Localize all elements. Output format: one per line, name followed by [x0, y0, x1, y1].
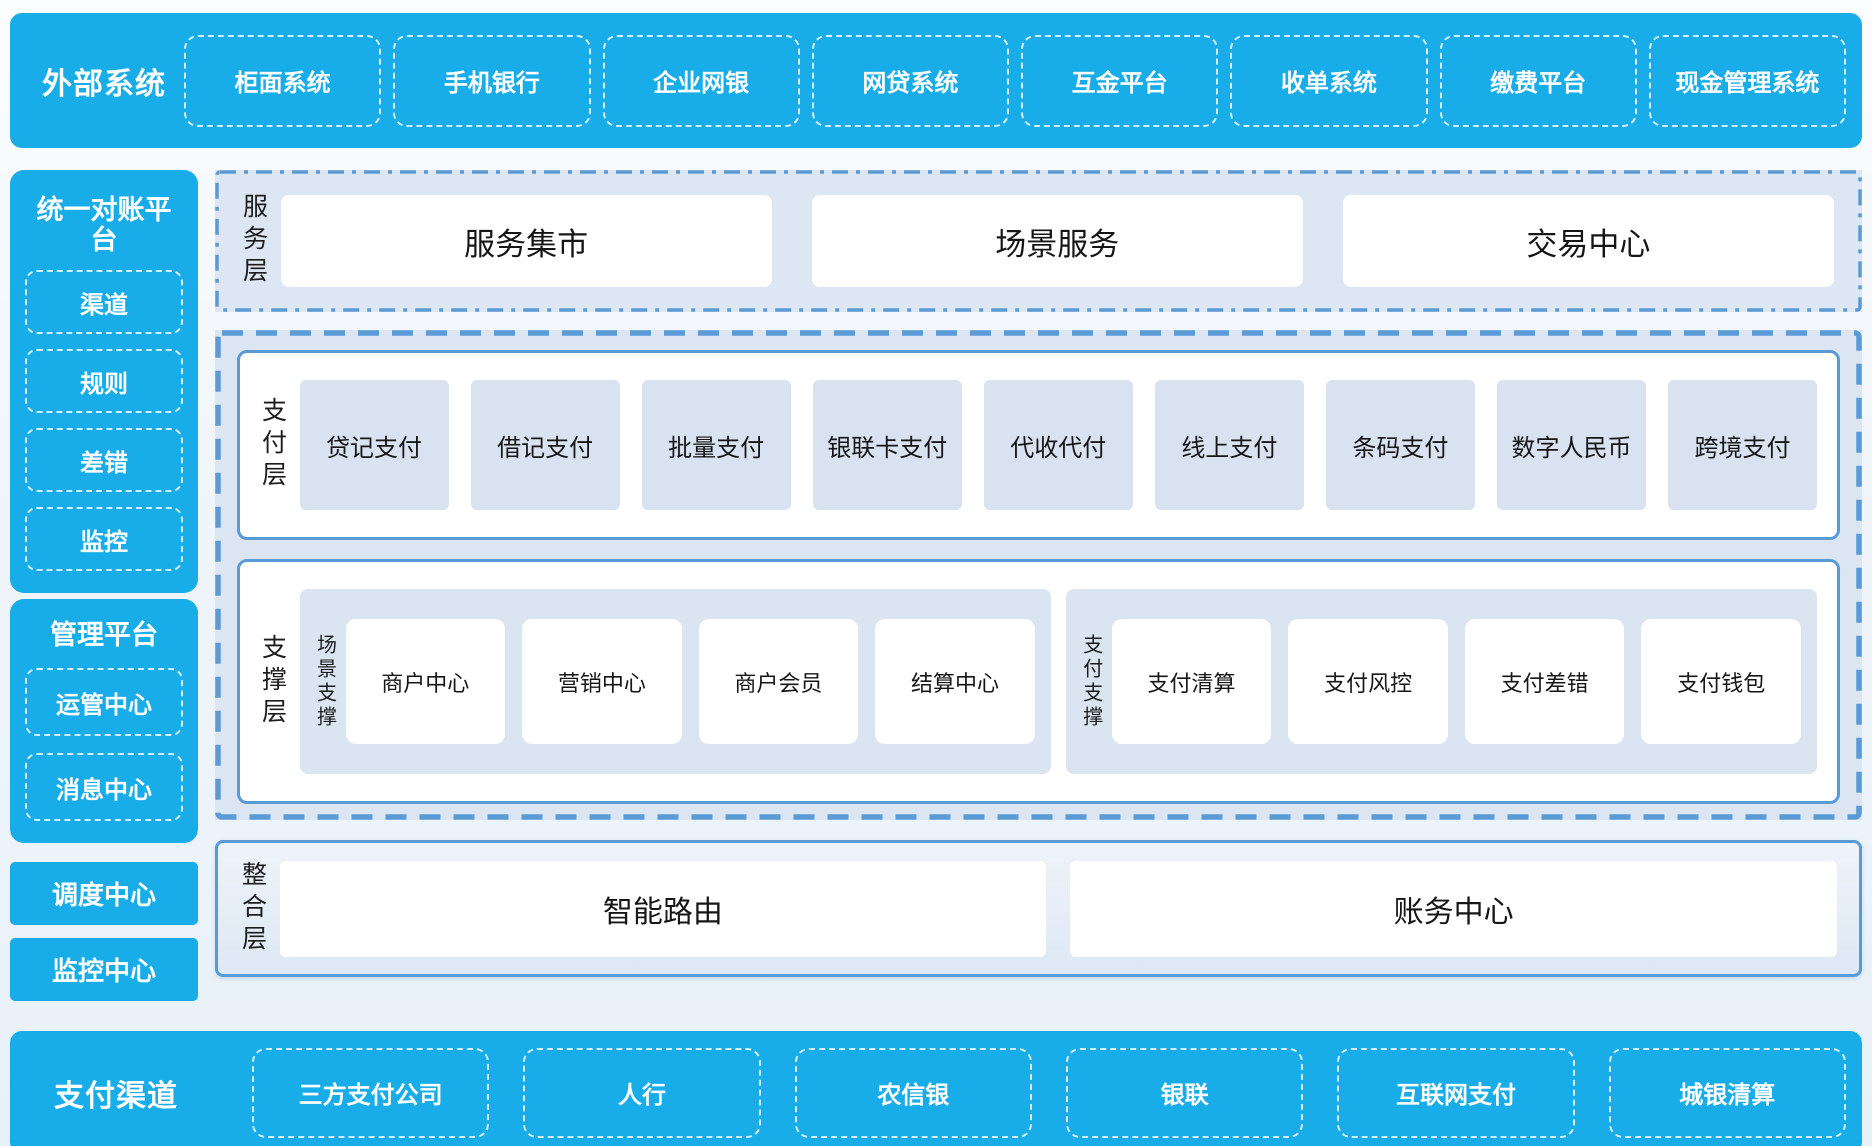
management-item: 消息中心: [25, 753, 183, 821]
support-layer-label: 支撑层: [258, 634, 286, 730]
payment-item: 数字人民币: [1497, 380, 1646, 510]
payment-channels-items: 三方支付公司 人行 农信银 银联 互联网支付 城银清算: [252, 1048, 1846, 1138]
service-item: 场景服务: [812, 195, 1303, 287]
scene-support-item: 营销中心: [522, 619, 682, 744]
scene-support-group: 场景支撑 商户中心 营销中心 商户会员 结算中心: [300, 589, 1051, 774]
payment-item: 条码支付: [1326, 380, 1475, 510]
payment-layer: 支付层 贷记支付 借记支付 批量支付 银联卡支付 代收代付 线上支付 条码支付 …: [237, 350, 1840, 540]
external-systems-bar: 外部系统 柜面系统 手机银行 企业网银 网贷系统 互金平台 收单系统 缴费平台 …: [10, 13, 1862, 148]
integration-item: 账务中心: [1070, 861, 1837, 957]
payment-channel-item: 农信银: [795, 1048, 1032, 1138]
payment-support-item: 支付风控: [1288, 619, 1448, 744]
payment-item: 跨境支付: [1668, 380, 1817, 510]
monitor-center-block: 监控中心: [10, 938, 198, 1001]
dispatch-center-block: 调度中心: [10, 862, 198, 925]
external-systems-items: 柜面系统 手机银行 企业网银 网贷系统 互金平台 收单系统 缴费平台 现金管理系…: [184, 35, 1846, 127]
content-area: 统一对账平台 渠道 规则 差错 监控 管理平台 运管中心 消息中心 调度中心 监…: [10, 170, 1862, 1001]
external-system-item: 企业网银: [603, 35, 800, 127]
payment-channel-item: 城银清算: [1609, 1048, 1846, 1138]
payment-support-item: 支付钱包: [1641, 619, 1801, 744]
service-layer-label: 服务层: [239, 193, 267, 289]
reconciliation-item: 差错: [25, 428, 183, 492]
payment-channel-item: 三方支付公司: [252, 1048, 489, 1138]
payment-item: 借记支付: [471, 380, 620, 510]
service-layer-items: 服务集市 场景服务 交易中心: [281, 195, 1835, 287]
payment-channels-bar: 支付渠道 三方支付公司 人行 农信银 银联 互联网支付 城银清算: [10, 1031, 1862, 1146]
middle-column: 服务层 服务集市 场景服务 交易中心 支付层 贷记支付 借记支付 批: [215, 170, 1862, 1001]
core-layers-frame: 支付层 贷记支付 借记支付 批量支付 银联卡支付 代收代付 线上支付 条码支付 …: [215, 330, 1862, 820]
integration-layer-label: 整合层: [238, 861, 266, 957]
payment-channels-title: 支付渠道: [54, 1071, 194, 1115]
external-system-item: 缴费平台: [1440, 35, 1637, 127]
architecture-diagram: 外部系统 柜面系统 手机银行 企业网银 网贷系统 互金平台 收单系统 缴费平台 …: [0, 0, 1872, 1146]
payment-channel-item: 银联: [1066, 1048, 1303, 1138]
reconciliation-platform-title: 统一对账平台: [25, 196, 183, 255]
scene-support-items: 商户中心 营销中心 商户会员 结算中心: [346, 619, 1035, 744]
scene-support-item: 商户会员: [699, 619, 859, 744]
external-system-item: 柜面系统: [184, 35, 381, 127]
external-system-item: 网贷系统: [812, 35, 1009, 127]
left-column: 统一对账平台 渠道 规则 差错 监控 管理平台 运管中心 消息中心 调度中心 监…: [10, 170, 198, 1001]
reconciliation-item: 监控: [25, 507, 183, 571]
service-item: 服务集市: [281, 195, 772, 287]
scene-support-label: 场景支撑: [314, 634, 336, 730]
payment-item: 线上支付: [1155, 380, 1304, 510]
payment-channel-item: 人行: [523, 1048, 760, 1138]
management-item: 运管中心: [25, 668, 183, 736]
payment-item: 贷记支付: [300, 380, 449, 510]
support-layer-groups: 场景支撑 商户中心 营销中心 商户会员 结算中心 支付支撑 支付清算: [300, 589, 1818, 774]
payment-channel-item: 互联网支付: [1337, 1048, 1574, 1138]
reconciliation-platform-block: 统一对账平台 渠道 规则 差错 监控: [10, 170, 198, 593]
payment-support-label: 支付支撑: [1080, 634, 1102, 730]
service-item: 交易中心: [1343, 195, 1834, 287]
payment-item: 代收代付: [984, 380, 1133, 510]
payment-support-item: 支付差错: [1465, 619, 1625, 744]
service-layer: 服务层 服务集市 场景服务 交易中心: [215, 170, 1862, 312]
integration-layer: 整合层 智能路由 账务中心: [215, 840, 1862, 977]
integration-item: 智能路由: [280, 861, 1047, 957]
payment-support-group: 支付支撑 支付清算 支付风控 支付差错 支付钱包: [1066, 589, 1817, 774]
external-system-item: 手机银行: [393, 35, 590, 127]
external-systems-title: 外部系统: [42, 59, 174, 103]
payment-item: 银联卡支付: [813, 380, 962, 510]
scene-support-item: 商户中心: [346, 619, 506, 744]
external-system-item: 收单系统: [1230, 35, 1427, 127]
management-platform-block: 管理平台 运管中心 消息中心: [10, 599, 198, 843]
external-system-item: 现金管理系统: [1649, 35, 1846, 127]
reconciliation-item: 规则: [25, 349, 183, 413]
payment-layer-label: 支付层: [258, 397, 286, 493]
reconciliation-item: 渠道: [25, 270, 183, 334]
scene-support-item: 结算中心: [875, 619, 1035, 744]
external-system-item: 互金平台: [1021, 35, 1218, 127]
payment-support-item: 支付清算: [1112, 619, 1272, 744]
management-platform-title: 管理平台: [25, 621, 183, 651]
payment-layer-items: 贷记支付 借记支付 批量支付 银联卡支付 代收代付 线上支付 条码支付 数字人民…: [300, 380, 1818, 510]
support-layer: 支撑层 场景支撑 商户中心 营销中心 商户会员 结算中心: [237, 559, 1840, 804]
payment-item: 批量支付: [642, 380, 791, 510]
integration-layer-items: 智能路由 账务中心: [280, 861, 1838, 957]
payment-support-items: 支付清算 支付风控 支付差错 支付钱包: [1112, 619, 1801, 744]
